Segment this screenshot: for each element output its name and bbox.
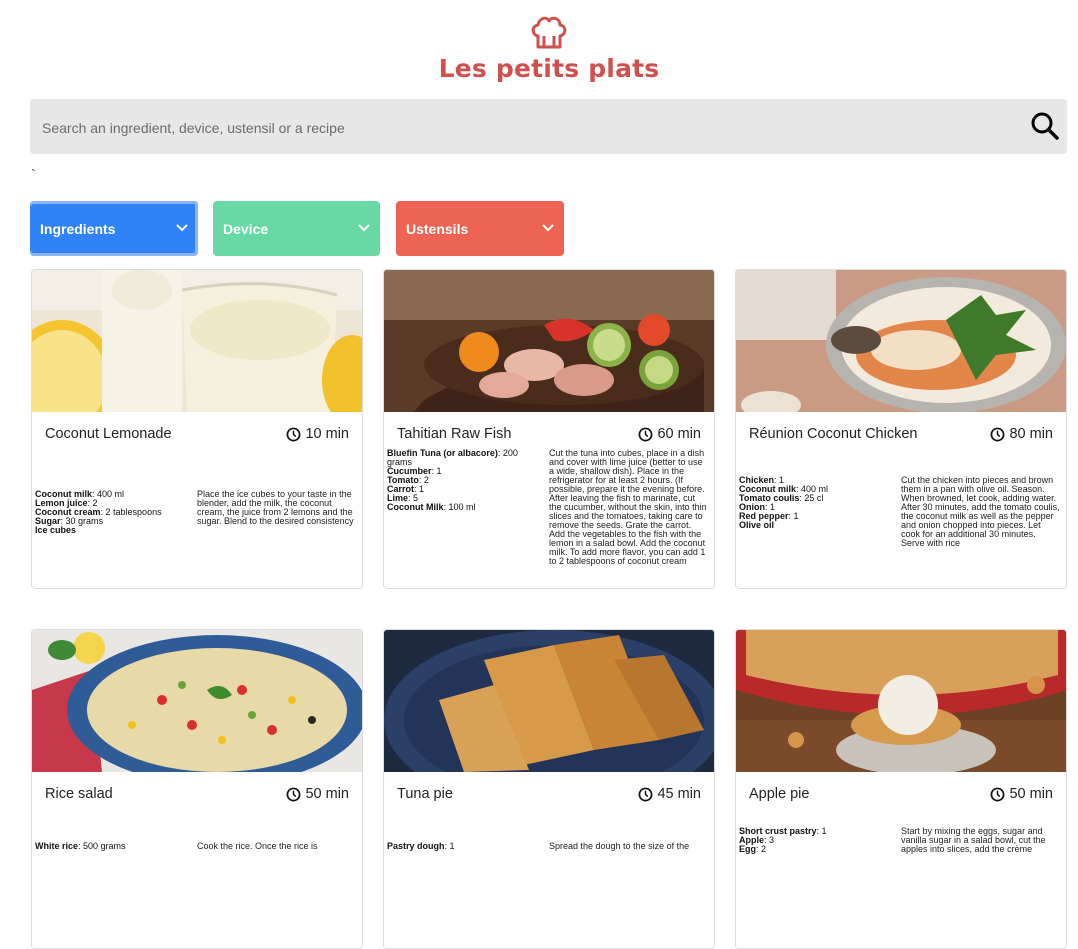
recipe-time: 50 min <box>990 786 1053 802</box>
search-icon[interactable] <box>1029 110 1061 142</box>
ingredient-item: Coconut Milk: 100 ml <box>387 502 476 512</box>
recipe-card[interactable]: Tahitian Raw Fish 60 min Bluefin Tuna (o… <box>383 269 715 589</box>
ingredient-list: White rice: 500 grams <box>35 842 185 851</box>
stray-text: ` <box>31 166 36 182</box>
ingredient-item: Olive oil <box>739 520 775 530</box>
recipe-time-value: 60 min <box>657 426 701 442</box>
filter-device[interactable]: Device <box>213 201 380 256</box>
chevron-down-icon <box>542 224 554 232</box>
recipe-description: Cut the tuna into cubes, place in a dish… <box>549 448 707 566</box>
recipe-card[interactable]: Réunion Coconut Chicken 80 min Chicken: … <box>735 269 1067 589</box>
recipe-title: Coconut Lemonade <box>45 426 172 442</box>
recipe-title: Apple pie <box>749 786 810 802</box>
filter-label: Ingredients <box>40 221 116 237</box>
ingredient-list: Bluefin Tuna (or albacore): 200 grams Cu… <box>387 449 537 512</box>
search-input[interactable] <box>40 99 1004 156</box>
recipe-description: Spread the dough to the size of the <box>549 841 690 851</box>
ingredient-item: White rice: 500 grams <box>35 841 126 851</box>
recipe-time: 60 min <box>638 426 701 442</box>
clock-icon <box>991 787 1005 801</box>
filter-ustensils[interactable]: Ustensils <box>396 201 564 256</box>
recipe-time-value: 50 min <box>305 786 349 802</box>
ingredient-item: Bluefin Tuna (or albacore): 200 grams <box>387 448 518 467</box>
recipe-time: 45 min <box>638 786 701 802</box>
ingredient-list: Coconut milk: 400 ml Lemon juice: 2 Coco… <box>35 490 185 535</box>
filter-label: Ustensils <box>406 221 469 237</box>
ingredient-list: Chicken: 1 Coconut milk: 400 ml Tomato c… <box>739 476 889 530</box>
recipe-time-value: 80 min <box>1009 426 1053 442</box>
recipe-description: Cook the rice. Once the rice is <box>197 841 318 851</box>
recipe-card[interactable]: Rice salad 50 min White rice: 500 grams … <box>31 629 363 949</box>
recipe-time-value: 45 min <box>657 786 701 802</box>
recipe-title: Tahitian Raw Fish <box>397 426 512 442</box>
clock-icon <box>991 427 1005 441</box>
header: Les petits plats <box>0 14 1078 83</box>
recipe-image <box>384 630 714 772</box>
chevron-down-icon <box>176 224 188 232</box>
chevron-down-icon <box>358 224 370 232</box>
chef-hat-icon <box>531 16 567 49</box>
recipe-card[interactable]: Coconut Lemonade 10 min Coconut milk: 40… <box>31 269 363 589</box>
recipe-image <box>384 270 714 412</box>
filter-ingredients[interactable]: Ingredients <box>30 201 198 256</box>
recipe-title: Tuna pie <box>397 786 453 802</box>
recipe-title: Réunion Coconut Chicken <box>749 426 918 442</box>
recipe-card[interactable]: Apple pie 50 min Short crust pastry: 1 A… <box>735 629 1067 949</box>
recipe-time-value: 10 min <box>305 426 349 442</box>
recipe-image <box>32 270 362 412</box>
clock-icon <box>639 787 653 801</box>
recipe-image <box>32 630 362 772</box>
recipe-time: 80 min <box>990 426 1053 442</box>
recipe-image <box>736 270 1066 412</box>
recipe-image <box>736 630 1066 772</box>
ingredient-item: Ice cubes <box>35 525 77 535</box>
ingredient-item: Egg: 2 <box>739 844 767 854</box>
ingredient-list: Short crust pastry: 1 Apple: 3 Egg: 2 <box>739 827 889 854</box>
recipe-time-value: 50 min <box>1009 786 1053 802</box>
recipe-time: 50 min <box>286 786 349 802</box>
recipe-time: 10 min <box>286 426 349 442</box>
recipe-card[interactable]: Tuna pie 45 min Pastry dough: 1 Spread t… <box>383 629 715 949</box>
clock-icon <box>287 787 301 801</box>
recipe-description: Place the ice cubes to your taste in the… <box>197 489 354 526</box>
ingredient-item: Pastry dough: 1 <box>387 841 455 851</box>
clock-icon <box>639 427 653 441</box>
search-bar <box>30 99 1067 156</box>
ingredient-list: Pastry dough: 1 <box>387 842 537 851</box>
recipe-description: Start by mixing the eggs, sugar and vani… <box>901 826 1046 854</box>
recipe-description: Cut the chicken into pieces and brown th… <box>901 475 1060 548</box>
filter-label: Device <box>223 221 269 237</box>
brand-title[interactable]: Les petits plats <box>0 54 1078 83</box>
clock-icon <box>287 427 301 441</box>
recipe-title: Rice salad <box>45 786 113 802</box>
